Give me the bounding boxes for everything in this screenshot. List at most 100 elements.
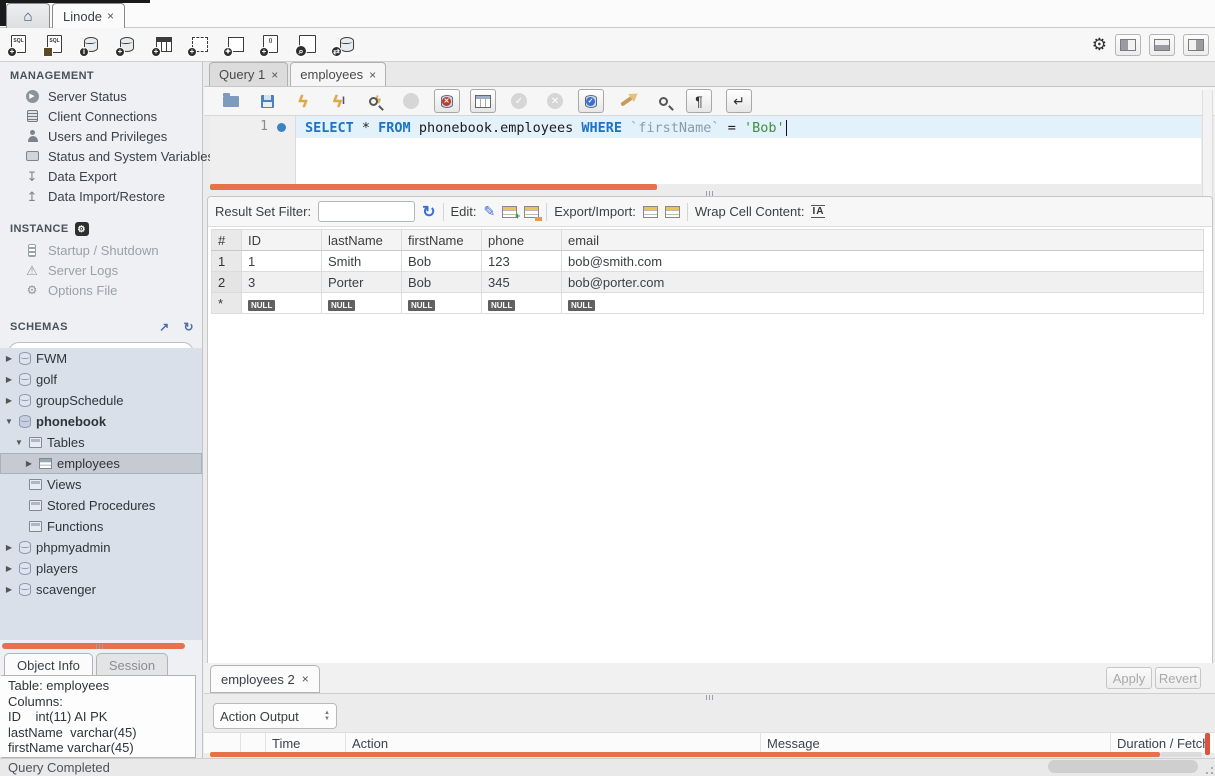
tree-item-schema-golf[interactable]: ▶ golf: [0, 369, 202, 390]
output-splitter[interactable]: [204, 694, 1215, 701]
chevron-right-icon[interactable]: ▶: [4, 564, 14, 573]
chevron-right-icon[interactable]: ▶: [4, 585, 14, 594]
create-table-button[interactable]: +: [152, 34, 176, 56]
window-resize-grip[interactable]: [1201, 762, 1213, 774]
find-button[interactable]: [650, 89, 676, 113]
sidebar-item-users-privileges[interactable]: Users and Privileges: [0, 126, 202, 146]
autocommit-toggle[interactable]: ✓: [578, 89, 604, 113]
execute-current-statement-button[interactable]: ϟI: [326, 89, 352, 113]
sidebar-item-server-status[interactable]: ▶ Server Status: [0, 86, 202, 106]
sidebar-item-data-import[interactable]: ↥ Data Import/Restore: [0, 186, 202, 206]
output-horizontal-scrollbar[interactable]: [210, 752, 1160, 757]
cell-id[interactable]: 1: [242, 251, 322, 272]
cell-firstname[interactable]: Bob: [402, 272, 482, 293]
tree-item-stored-procedures[interactable]: Stored Procedures: [0, 495, 202, 516]
save-script-button[interactable]: [254, 89, 280, 113]
tab-employees[interactable]: employees ×: [290, 62, 386, 86]
tab-session[interactable]: Session: [96, 653, 168, 676]
chevron-down-icon[interactable]: ▼: [4, 417, 14, 426]
add-row-icon[interactable]: +: [502, 206, 517, 218]
chevron-right-icon[interactable]: ▶: [4, 396, 14, 405]
create-function-button[interactable]: () +: [260, 34, 284, 56]
cell-lastname[interactable]: Smith: [322, 251, 402, 272]
stop-on-error-toggle[interactable]: ✕: [434, 89, 460, 113]
execute-query-button[interactable]: ϟ: [290, 89, 316, 113]
sidebar-item-server-logs[interactable]: ⚠ Server Logs: [0, 260, 202, 280]
tree-item-schema-groupschedule[interactable]: ▶ groupSchedule: [0, 390, 202, 411]
sql-text[interactable]: SELECT * FROM phonebook.employees WHERE …: [305, 117, 787, 138]
import-records-icon[interactable]: [665, 206, 680, 218]
cell-null[interactable]: NULL: [402, 293, 482, 314]
tree-item-schema-phpmyadmin[interactable]: ▶ phpmyadmin: [0, 537, 202, 558]
connection-tab-close-icon[interactable]: ×: [107, 9, 114, 23]
edit-record-icon[interactable]: ✎: [484, 203, 496, 220]
tree-item-table-employees[interactable]: ▶ employees: [0, 453, 202, 474]
toggle-left-sidebar-button[interactable]: [1115, 34, 1141, 56]
cell-email[interactable]: bob@smith.com: [562, 251, 1204, 272]
cell-null[interactable]: NULL: [322, 293, 402, 314]
cell-phone[interactable]: 345: [482, 272, 562, 293]
tab-query-1[interactable]: Query 1 ×: [209, 62, 288, 86]
tree-item-schema-players[interactable]: ▶ players: [0, 558, 202, 579]
explain-query-button[interactable]: ϟ: [362, 89, 388, 113]
cell-email[interactable]: bob@porter.com: [562, 272, 1204, 293]
column-header-id[interactable]: ID: [242, 230, 322, 251]
wrap-cell-content-icon[interactable]: IA: [811, 205, 825, 218]
cell-null[interactable]: NULL: [482, 293, 562, 314]
chevron-right-icon[interactable]: ▶: [4, 354, 14, 363]
table-row[interactable]: 2 3 Porter Bob 345 bob@porter.com: [212, 272, 1204, 293]
create-procedure-button[interactable]: ✦: [224, 34, 248, 56]
refresh-icon[interactable]: ↻: [422, 202, 435, 222]
sidebar-item-startup-shutdown[interactable]: Startup / Shutdown: [0, 240, 202, 260]
tab-object-info[interactable]: Object Info: [4, 653, 93, 676]
output-header-duration[interactable]: Duration / Fetch: [1110, 733, 1215, 753]
bottom-scrollbar-thumb[interactable]: [1048, 760, 1198, 773]
sidebar-item-client-connections[interactable]: Client Connections: [0, 106, 202, 126]
show-invisible-chars-toggle[interactable]: ¶: [686, 89, 712, 113]
cell-id[interactable]: 3: [242, 272, 322, 293]
delete-row-icon[interactable]: [524, 206, 539, 218]
expand-schemas-icon[interactable]: ↗: [159, 320, 169, 334]
tree-item-schema-fwm[interactable]: ▶ FWM: [0, 348, 202, 369]
preferences-gear-icon[interactable]: ⚙: [1092, 36, 1107, 53]
create-schema-button[interactable]: +: [116, 34, 140, 56]
tree-item-functions[interactable]: Functions: [0, 516, 202, 537]
sidebar-item-status-system-variables[interactable]: Status and System Variables: [0, 146, 202, 166]
chevron-down-icon[interactable]: ▼: [14, 438, 24, 447]
apply-button[interactable]: Apply: [1106, 667, 1152, 689]
export-recordset-icon[interactable]: [643, 206, 658, 218]
sidebar-item-options-file[interactable]: ⚙ Options File: [0, 280, 202, 300]
beautify-sql-button[interactable]: [614, 89, 640, 113]
column-header-index[interactable]: #: [212, 230, 242, 251]
revert-button[interactable]: Revert: [1155, 667, 1201, 689]
close-icon[interactable]: ×: [302, 672, 309, 686]
cell-null[interactable]: NULL: [562, 293, 1204, 314]
reconnect-dbms-button[interactable]: ⇄: [332, 34, 356, 56]
schema-inspector-button[interactable]: i: [80, 34, 104, 56]
stop-query-button[interactable]: [398, 89, 424, 113]
close-icon[interactable]: ×: [369, 68, 376, 82]
open-sql-script-button[interactable]: SQL: [44, 34, 68, 56]
cell-phone[interactable]: 123: [482, 251, 562, 272]
column-header-phone[interactable]: phone: [482, 230, 562, 251]
output-header-message[interactable]: Message: [760, 733, 1110, 753]
sidebar-item-data-export[interactable]: ↧ Data Export: [0, 166, 202, 186]
wrap-text-toggle[interactable]: ↵: [726, 89, 752, 113]
sidebar-splitter-grip[interactable]: [96, 644, 103, 649]
column-header-firstname[interactable]: firstName: [402, 230, 482, 251]
chevron-right-icon[interactable]: ▶: [4, 543, 14, 552]
home-tab[interactable]: ⌂: [6, 3, 50, 28]
output-header-action[interactable]: Action: [345, 733, 760, 753]
rollback-button[interactable]: ✕: [542, 89, 568, 113]
close-icon[interactable]: ×: [271, 68, 278, 82]
sidebar-horizontal-scrollbar[interactable]: [2, 643, 185, 649]
cell-firstname[interactable]: Bob: [402, 251, 482, 272]
table-new-row[interactable]: * NULL NULL NULL NULL NULL: [212, 293, 1204, 314]
table-row[interactable]: 1 1 Smith Bob 123 bob@smith.com: [212, 251, 1204, 272]
cell-null[interactable]: NULL: [242, 293, 322, 314]
connection-tab[interactable]: Linode ×: [52, 3, 125, 28]
output-vertical-scrollbar[interactable]: [1205, 733, 1210, 755]
commit-button[interactable]: ✓: [506, 89, 532, 113]
create-view-button[interactable]: +: [188, 34, 212, 56]
result-filter-input[interactable]: [318, 201, 415, 222]
